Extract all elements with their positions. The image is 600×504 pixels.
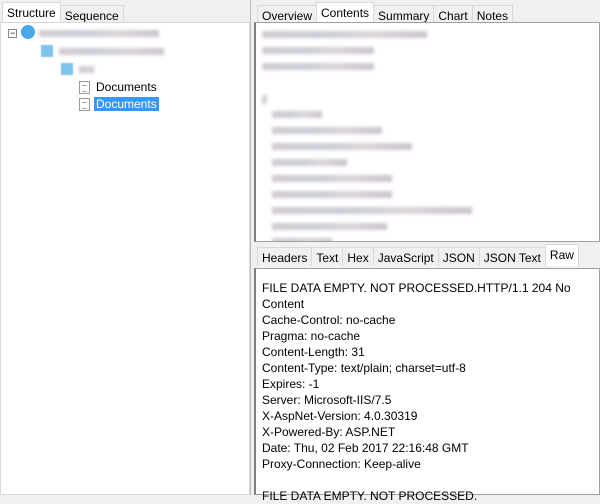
tab-javascript[interactable]: JavaScript xyxy=(372,247,439,266)
tree-item-documents-selected[interactable]: Documents xyxy=(79,96,159,112)
tab-contents[interactable]: Contents xyxy=(316,2,375,24)
collapse-icon[interactable]: − xyxy=(8,29,17,38)
document-icon xyxy=(79,97,90,111)
raw-line: Proxy-Connection: Keep-alive xyxy=(262,457,421,471)
raw-line: FILE DATA EMPTY. NOT PROCESSED.HTTP/1.1 … xyxy=(262,281,571,311)
raw-line: X-Powered-By: ASP.NET xyxy=(262,425,396,439)
host-node-redacted[interactable] xyxy=(39,30,159,37)
structure-tree[interactable]: − Documents Documents xyxy=(0,22,250,495)
tree-item-label: Documents xyxy=(96,80,157,94)
structure-panel: Structure Sequence − Documents Documents xyxy=(0,0,250,495)
globe-icon xyxy=(21,25,35,39)
raw-line: FILE DATA EMPTY. NOT PROCESSED. xyxy=(262,489,478,503)
tab-headers[interactable]: Headers xyxy=(257,247,313,266)
raw-line: Content-Length: 31 xyxy=(262,345,365,359)
left-tab-bar: Structure Sequence xyxy=(2,2,124,24)
request-content-redacted[interactable] xyxy=(254,22,600,242)
folder-icon xyxy=(41,45,53,57)
document-icon xyxy=(79,80,90,94)
tree-item-label: Documents xyxy=(94,97,159,111)
tab-hex[interactable]: Hex xyxy=(342,247,374,266)
bottom-tab-bar: Headers Text Hex JavaScript JSON JSON Te… xyxy=(257,244,579,266)
raw-line: Server: Microsoft-IIS/7.5 xyxy=(262,393,392,407)
raw-line: Cache-Control: no-cache xyxy=(262,313,396,327)
tree-item-documents[interactable]: Documents xyxy=(79,79,159,95)
tab-json-text[interactable]: JSON Text xyxy=(478,247,546,266)
top-tab-bar: Overview Contents Summary Chart Notes xyxy=(257,2,514,24)
folder-icon xyxy=(61,63,73,75)
raw-line: Date: Thu, 02 Feb 2017 22:16:48 GMT xyxy=(262,441,469,455)
raw-line: X-AspNet-Version: 4.0.30319 xyxy=(262,409,418,423)
raw-line: Pragma: no-cache xyxy=(262,329,361,343)
tab-json[interactable]: JSON xyxy=(437,247,480,266)
raw-line xyxy=(262,472,593,488)
tab-raw[interactable]: Raw xyxy=(544,244,579,266)
raw-response-body[interactable]: FILE DATA EMPTY. NOT PROCESSED.HTTP/1.1 … xyxy=(254,268,600,503)
path-node-redacted[interactable] xyxy=(59,48,164,55)
raw-line: Content-Type: text/plain; charset=utf-8 xyxy=(262,361,466,375)
details-panel: Overview Contents Summary Chart Notes He… xyxy=(254,0,600,503)
tab-text[interactable]: Text xyxy=(311,247,344,266)
subpath-node-redacted[interactable] xyxy=(79,66,94,73)
raw-line: Expires: -1 xyxy=(262,377,320,391)
tab-structure[interactable]: Structure xyxy=(2,2,61,24)
